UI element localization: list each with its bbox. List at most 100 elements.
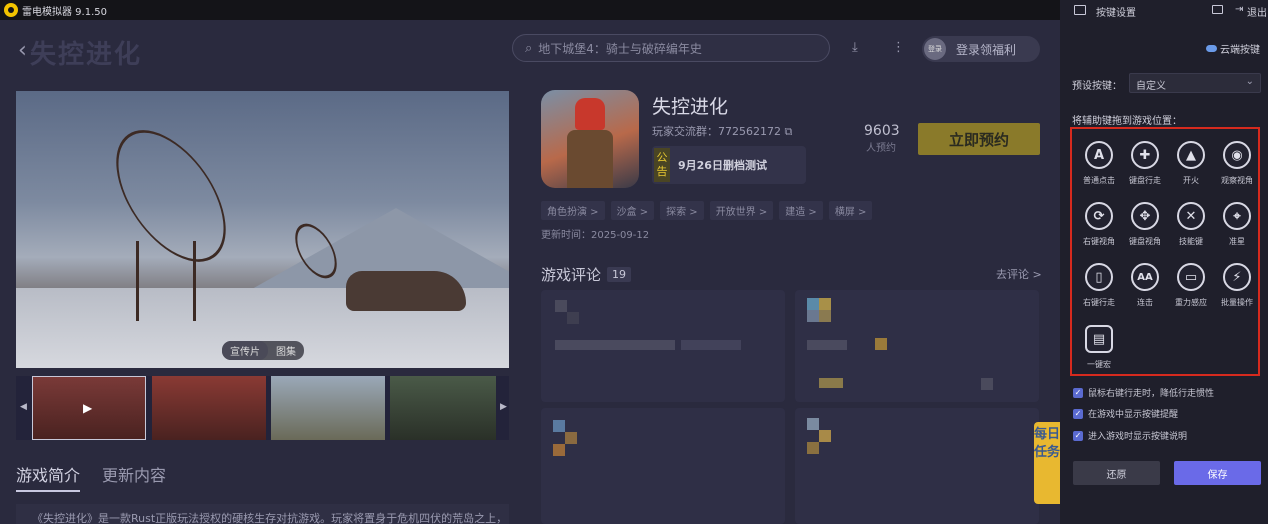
lightning-icon: ⚡ (1223, 263, 1251, 291)
tag-item[interactable]: 沙盒 > (610, 201, 655, 220)
thumbnail-video[interactable]: ▶ (32, 376, 146, 440)
review-card[interactable] (541, 290, 785, 402)
folder-icon[interactable] (1212, 5, 1223, 14)
cloud-keys-button[interactable]: 云端按键 (1206, 41, 1260, 56)
game-icon-image (541, 90, 639, 188)
tag-item[interactable]: 横屏 > (828, 201, 873, 220)
search-icon: ⌕ (525, 40, 533, 56)
banner-wreck (346, 271, 466, 311)
player-group: 玩家交流群：772562172 ⧉ (652, 125, 793, 138)
login-label: 登录领福利 (956, 42, 1017, 57)
key-gravity[interactable]: ▭ 重力感应 (1168, 263, 1214, 308)
play-icon: ▶ (83, 401, 93, 415)
key-keyboard-walk[interactable]: ✚ 键盘行走 (1122, 141, 1168, 186)
banner-tabs: 宣传片 图集 (222, 341, 304, 360)
search-input[interactable]: ⌕ 地下城堡4：骑士与破碎编年史 (512, 34, 830, 62)
key-combo[interactable]: AA 连击 (1122, 263, 1168, 308)
helper-keys-grid: A 普通点击 ✚ 键盘行走 ▲ 开火 ◉ 观察视角 ⟳ 右键视角 ✥ 键盘视角 (1070, 127, 1260, 376)
window-title: 雷电模拟器 9.1.50 (22, 6, 107, 18)
key-macro[interactable]: ▤ 一键宏 (1076, 325, 1122, 370)
option-show-key-hints[interactable]: ✓ 在游戏中显示按键提醒 (1073, 407, 1178, 420)
tag-item[interactable]: 探索 > (660, 201, 704, 220)
thumbnail-image[interactable] (390, 376, 496, 440)
reviews-count: 19 (607, 267, 632, 282)
background-logo: 失控进化 (30, 40, 143, 70)
keyboard-icon (1074, 5, 1086, 15)
download-icon[interactable]: ⤓ (852, 40, 858, 55)
main-area: 失控进化 ‹ ⌕ 地下城堡4：骑士与破碎编年史 ⤓ ⋮ 登录 登录领福利 宣传片 (0, 20, 1060, 524)
reviews-heading: 游戏评论 19 (541, 264, 632, 285)
avatar: 登录 (924, 38, 946, 60)
banner-tab-gallery[interactable]: 图集 (268, 341, 304, 360)
checkbox-checked-icon[interactable]: ✓ (1073, 387, 1083, 398)
title-bar: 雷电模拟器 9.1.50 (0, 0, 1060, 20)
key-observe-view[interactable]: ◉ 观察视角 (1214, 141, 1260, 186)
thumbnail-image[interactable] (271, 376, 385, 440)
thumbnail-image[interactable] (152, 376, 266, 440)
key-right-click-view[interactable]: ⟳ 右键视角 (1076, 202, 1122, 247)
tag-item[interactable]: 开放世界 > (709, 201, 774, 220)
top-nav: 失控进化 ‹ ⌕ 地下城堡4：骑士与破碎编年史 ⤓ ⋮ 登录 登录领福利 (0, 20, 1060, 76)
skill-swords-icon: ✕ (1177, 202, 1205, 230)
reset-button[interactable]: 还原 (1073, 461, 1160, 485)
tag-item[interactable]: 角色扮演 > (541, 201, 605, 220)
combo-icon: AA (1131, 263, 1159, 291)
key-fire[interactable]: ▲ 开火 (1168, 141, 1214, 186)
save-button[interactable]: 保存 (1174, 461, 1261, 485)
letter-a-icon: A (1085, 141, 1113, 169)
go-review-link[interactable]: 去评论 > (996, 266, 1042, 282)
update-time: 更新时间：2025-09-12 (541, 230, 650, 241)
app-logo-icon (4, 3, 18, 17)
preset-label: 预设按键： (1072, 81, 1122, 92)
reserve-button[interactable]: 立即预约 (918, 123, 1040, 155)
login-button[interactable]: 登录 登录领福利 (922, 36, 1040, 62)
search-placeholder: 地下城堡4：骑士与破碎编年史 (538, 41, 702, 56)
copy-icon[interactable]: ⧉ (785, 125, 793, 138)
key-right-click-walk[interactable]: ▯ 右键行走 (1076, 263, 1122, 308)
tag-item[interactable]: 建造 > (779, 201, 823, 220)
notice-text: 9月26日删档测试 (678, 159, 767, 172)
game-title: 失控进化 (652, 96, 729, 118)
content-tabs: 游戏简介 更新内容 (16, 462, 166, 492)
banner-tower (136, 241, 196, 321)
app-root: 雷电模拟器 9.1.50 失控进化 ‹ ⌕ 地下城堡4：骑士与破碎编年史 ⤓ ⋮… (0, 0, 1268, 524)
exit-icon[interactable]: ⇥ (1235, 4, 1243, 15)
key-crosshair[interactable]: ⌖ 准星 (1214, 202, 1260, 247)
notice-tag: 公告 (654, 148, 670, 182)
gravity-phone-icon: ▭ (1177, 263, 1205, 291)
intro-text: 《失控进化》是一款Rust正版玩法授权的硬核生存对抗游戏。玩家将置身于危机四伏的… (16, 504, 509, 524)
review-card[interactable] (795, 290, 1039, 402)
review-card[interactable] (541, 408, 785, 524)
game-banner[interactable]: 宣传片 图集 (16, 91, 509, 368)
notice-box[interactable]: 公告 9月26日删档测试 (652, 146, 806, 184)
key-keyboard-view[interactable]: ✥ 键盘视角 (1122, 202, 1168, 247)
option-show-key-guide[interactable]: ✓ 进入游戏时显示按键说明 (1073, 429, 1187, 442)
more-icon[interactable]: ⋮ (892, 40, 905, 55)
preset-select[interactable]: 自定义 ⌄ (1129, 73, 1261, 93)
daily-task-badge[interactable]: 每日任务 (1034, 422, 1060, 504)
key-settings-panel: 按键设置 ⇥ 退出 云端按键 预设按键： 自定义 ⌄ 将辅助键拖到游戏位置： A… (1060, 0, 1268, 524)
tab-intro[interactable]: 游戏简介 (16, 462, 81, 492)
chevron-down-icon: ⌄ (1245, 76, 1254, 87)
keyboard-view-icon: ✥ (1131, 202, 1159, 230)
key-skill[interactable]: ✕ 技能键 (1168, 202, 1214, 247)
macro-icon: ▤ (1085, 325, 1113, 353)
crosshair-icon: ⌖ (1223, 202, 1251, 230)
tab-updates[interactable]: 更新内容 (102, 462, 166, 492)
drag-instruction: 将辅助键拖到游戏位置： (1072, 116, 1182, 127)
key-batch[interactable]: ⚡ 批量操作 (1214, 263, 1260, 308)
key-normal-click[interactable]: A 普通点击 (1076, 141, 1122, 186)
checkbox-checked-icon[interactable]: ✓ (1073, 408, 1083, 419)
back-button[interactable]: ‹ (18, 38, 27, 63)
bullet-icon: ▲ (1177, 141, 1205, 169)
review-card[interactable] (795, 408, 1039, 524)
thumb-prev-icon[interactable]: ◀ (20, 402, 27, 412)
thumb-next-icon[interactable]: ▶ (500, 402, 507, 412)
exit-button[interactable]: 退出 (1247, 4, 1267, 19)
checkbox-checked-icon[interactable]: ✓ (1073, 430, 1083, 441)
dpad-icon: ✚ (1131, 141, 1159, 169)
reserve-count: 9603 人预约 (864, 123, 900, 154)
option-reduce-inertia[interactable]: ✓ 鼠标右键行走时，降低行走惯性 (1073, 386, 1214, 399)
thumbnail-strip: ◀ ▶ ▶ (16, 376, 509, 440)
banner-tab-video[interactable]: 宣传片 (222, 341, 268, 360)
